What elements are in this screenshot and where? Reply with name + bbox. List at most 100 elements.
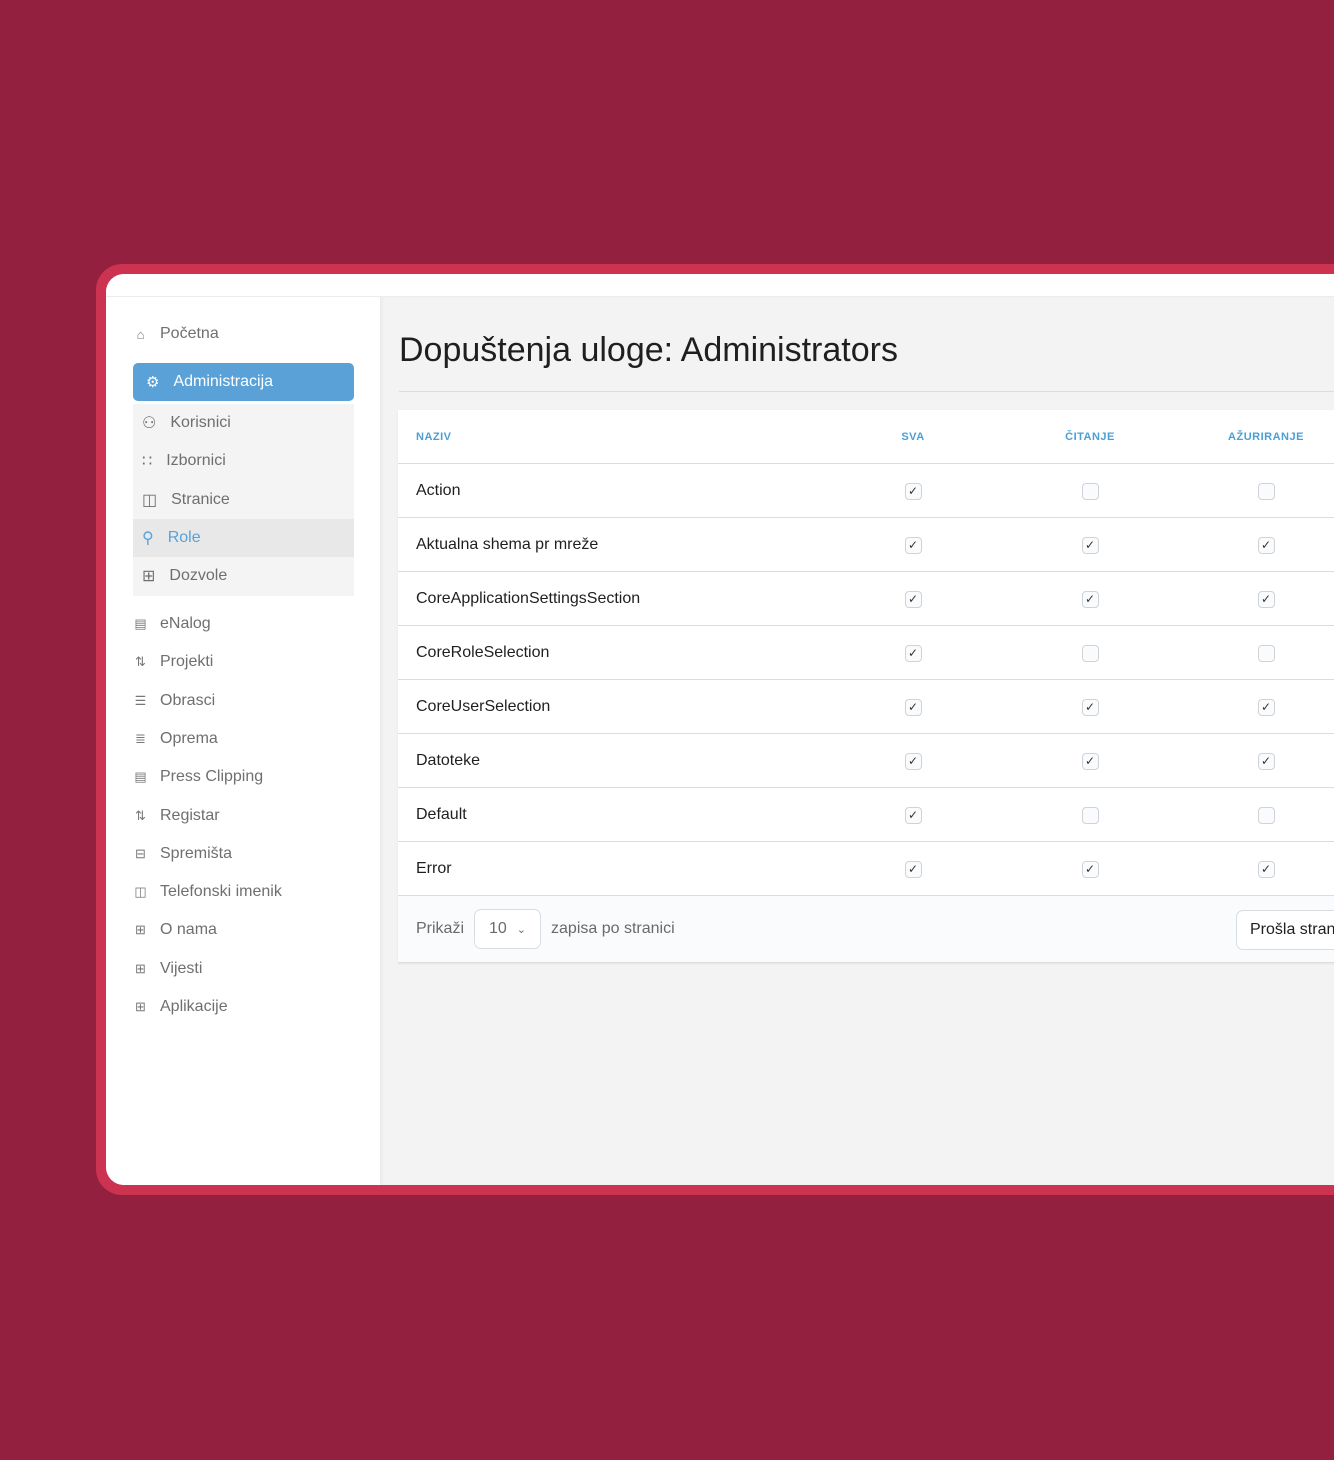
checkbox-sva[interactable]: ✓	[904, 698, 922, 716]
checkbox-azuriranje[interactable]: ✓	[1257, 860, 1275, 878]
checkbox-azuriranje[interactable]	[1257, 806, 1275, 824]
sidebar-item-role[interactable]: ⚲ Role	[133, 518, 354, 557]
checkbox-azuriranje[interactable]	[1257, 482, 1275, 500]
book-icon: ◫	[142, 491, 158, 509]
sidebar-item-label: Aplikacije	[160, 998, 228, 1015]
checkbox-azuriranje[interactable]: ✓	[1257, 590, 1275, 608]
sidebar-item-label: Projekti	[160, 653, 214, 671]
sidebar-item-oprema[interactable]: ≣ Oprema	[133, 730, 218, 748]
sidebar-item-press-clipping[interactable]: ▤ Press Clipping	[133, 768, 263, 786]
table-row: Datoteke ✓ ✓ ✓	[398, 734, 1334, 788]
sidebar-item-label: Stranice	[171, 490, 230, 508]
main-content: Dopuštenja uloge: Administrators NAZIV S…	[380, 297, 1334, 1185]
sidebar-item-o-nama[interactable]: ⊞ O nama	[133, 921, 217, 939]
per-page-label: zapisa po stranici	[551, 920, 675, 937]
header-citanje: ČITANJE	[1065, 431, 1115, 443]
sidebar-item-projekti[interactable]: ⇅ Projekti	[133, 653, 213, 671]
flow-icon: ⇅	[135, 654, 146, 670]
checkbox-azuriranje[interactable]: ✓	[1257, 536, 1275, 554]
permission-name: Aktualna shema pr mreže	[416, 536, 599, 553]
chevron-down-icon: ⌄	[516, 923, 527, 936]
gear-icon: ⚙	[146, 374, 160, 391]
archive-icon: ⊟	[135, 845, 146, 861]
sidebar-item-label: Spremišta	[160, 844, 233, 862]
page-title: Dopuštenja uloge: Administrators	[399, 331, 898, 369]
sidebar-item-label: Oprema	[160, 729, 218, 747]
checkbox-sva[interactable]: ✓	[904, 644, 922, 662]
sidebar-item-telefonski-imenik[interactable]: ◫ Telefonski imenik	[133, 883, 281, 901]
sidebar-item-label: eNalog	[160, 615, 211, 632]
sidebar-item-label: Korisnici	[170, 414, 231, 431]
forms-icon: ☰	[134, 692, 147, 708]
permission-name: CoreUserSelection	[416, 698, 551, 715]
permission-name: CoreRoleSelection	[416, 644, 550, 661]
sidebar-item-obrasci[interactable]: ☰ Obrasci	[133, 692, 215, 710]
admin-submenu: ⚇ Korisnici ∷ Izbornici ◫ Stranice ⚲ Role ⊞ Dozvo…	[133, 404, 354, 596]
table-row: Action ✓	[398, 464, 1334, 518]
checkbox-citanje[interactable]	[1081, 644, 1099, 662]
circles-grid-icon: ∷	[142, 453, 153, 471]
permission-name: CoreApplicationSettingsSection	[416, 590, 641, 607]
grid-icon: ⊞	[135, 999, 146, 1014]
permission-name: Error	[416, 860, 452, 877]
sidebar-item-label: Početna	[160, 325, 219, 342]
table-row: CoreApplicationSettingsSection ✓ ✓ ✓	[398, 572, 1334, 626]
table-row: Error ✓ ✓ ✓	[398, 842, 1334, 896]
home-icon: ⌂	[136, 326, 145, 342]
sidebar-item-vijesti[interactable]: ⊞ Vijesti	[133, 960, 202, 978]
sidebar-item-pocetna[interactable]: ⌂ Početna	[133, 325, 219, 343]
checkbox-citanje[interactable]: ✓	[1081, 536, 1099, 554]
header-sva: SVA	[901, 431, 925, 443]
checkbox-citanje[interactable]: ✓	[1081, 698, 1099, 716]
permission-name: Default	[416, 806, 467, 823]
sidebar-item-administracija[interactable]: ⚙ Administracija	[133, 363, 354, 401]
sidebar-item-enalog[interactable]: ▤ eNalog	[133, 615, 211, 633]
checkbox-azuriranje[interactable]: ✓	[1257, 752, 1275, 770]
checkbox-sva[interactable]: ✓	[904, 860, 922, 878]
sidebar-item-spremišta[interactable]: ⊟ Spremišta	[133, 845, 232, 863]
show-label: Prikaži	[416, 920, 465, 937]
header-azuriranje: AŽURIRANJE	[1228, 431, 1304, 443]
previous-page-button[interactable]: Prošla stranica	[1236, 910, 1334, 950]
divider	[399, 391, 1334, 392]
checkbox-azuriranje[interactable]: ✓	[1257, 698, 1275, 716]
permission-name: Datoteke	[416, 752, 481, 769]
checkbox-sva[interactable]: ✓	[904, 752, 922, 770]
clipboard-icon: ▤	[134, 616, 147, 631]
checkbox-sva[interactable]: ✓	[904, 806, 922, 824]
sidebar-item-registar[interactable]: ⇅ Registar	[133, 807, 220, 825]
checkbox-sva[interactable]: ✓	[904, 590, 922, 608]
sidebar-item-izbornici[interactable]: ∷ Izbornici	[133, 442, 354, 480]
top-bar	[106, 274, 1334, 297]
page-size-select[interactable]: 10 ⌄	[474, 909, 542, 949]
users-icon: ⚇	[142, 415, 157, 432]
grid-icon: ⊞	[135, 960, 146, 976]
checkbox-citanje[interactable]: ✓	[1081, 590, 1099, 608]
checkbox-citanje[interactable]: ✓	[1081, 752, 1099, 770]
sidebar-item-label: Administracija	[173, 373, 274, 390]
table-row: CoreUserSelection ✓ ✓ ✓	[398, 680, 1334, 734]
checkbox-citanje[interactable]	[1081, 806, 1099, 824]
sidebar-item-aplikacije[interactable]: ⊞ Aplikacije	[133, 998, 228, 1016]
checkbox-sva[interactable]: ✓	[904, 536, 922, 554]
sidebar-item-label: Registar	[160, 806, 220, 824]
header-naziv: NAZIV	[416, 431, 452, 443]
checkbox-azuriranje[interactable]	[1257, 644, 1275, 662]
sidebar-item-stranice[interactable]: ◫ Stranice	[133, 481, 354, 519]
page-size-value: 10	[489, 920, 507, 937]
checkbox-sva[interactable]: ✓	[904, 482, 922, 500]
sidebar-item-label: O nama	[160, 921, 217, 939]
checkbox-citanje[interactable]: ✓	[1081, 860, 1099, 878]
database-icon: ≣	[135, 730, 146, 746]
sidebar-item-label: Vijesti	[160, 959, 203, 977]
grid-icon: ⊞	[142, 568, 156, 586]
user-gear-icon: ⚲	[142, 529, 154, 547]
table-header: NAZIV SVA ČITANJE AŽURIRANJE	[398, 410, 1334, 464]
permissions-table: NAZIV SVA ČITANJE AŽURIRANJE Action ✓ Aktu…	[398, 410, 1334, 963]
sidebar: ⌂ Početna ⚙ Administracija ⚇ Korisnici ∷ Iz…	[106, 297, 380, 1185]
sidebar-item-korisnici[interactable]: ⚇ Korisnici	[133, 404, 354, 442]
sidebar-item-label: Izbornici	[166, 452, 226, 470]
window-frame: ⌂ Početna ⚙ Administracija ⚇ Korisnici ∷ Iz…	[96, 264, 1334, 1195]
sidebar-item-dozvole[interactable]: ⊞ Dozvole	[133, 557, 354, 595]
checkbox-citanje[interactable]	[1081, 482, 1099, 500]
